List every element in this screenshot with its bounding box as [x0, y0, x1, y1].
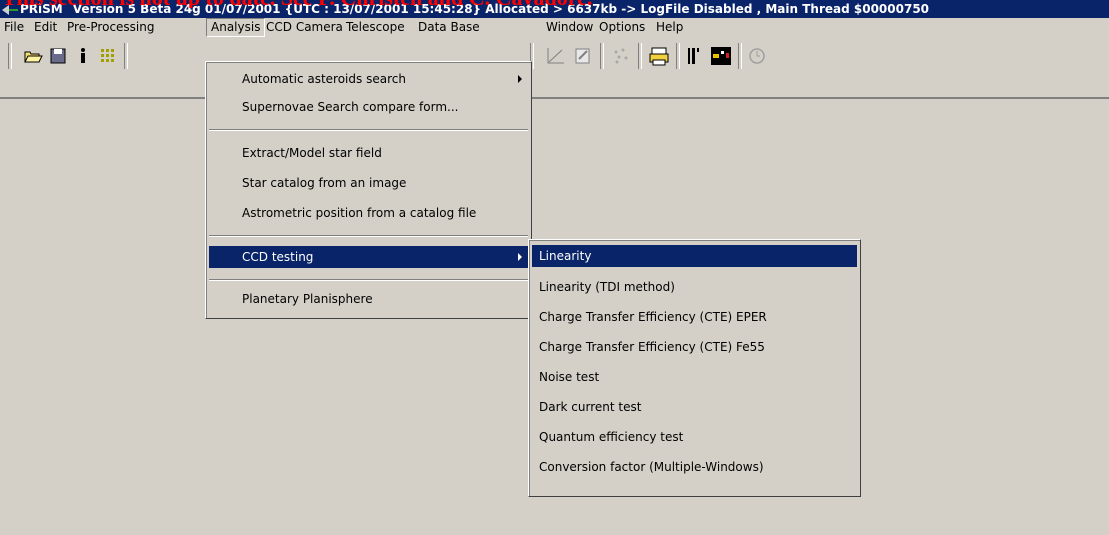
toolbar-separator — [676, 43, 680, 69]
menu-analysis[interactable]: Analysis — [206, 18, 266, 37]
clock-icon[interactable] — [746, 45, 768, 67]
info-icon[interactable] — [72, 45, 94, 67]
menu-bar: File Edit Pre-Processing Analysis CCD Ca… — [0, 18, 1109, 37]
submenu-item-linearity[interactable]: Linearity — [532, 245, 857, 267]
menu-pre-processing[interactable]: Pre-Processing — [63, 18, 159, 37]
menu-item-extract-model-star-field[interactable]: Extract/Model star field — [209, 142, 528, 164]
menu-separator — [209, 129, 528, 131]
submenu-item-conversion-factor[interactable]: Conversion factor (Multiple-Windows) — [532, 456, 857, 478]
menu-item-label: CCD testing — [242, 250, 314, 264]
menu-edit[interactable]: Edit — [30, 18, 61, 37]
menu-telescope[interactable]: Telescope — [342, 18, 409, 37]
menu-help[interactable]: Help — [652, 18, 687, 37]
toolbar-separator — [738, 43, 742, 69]
submenu-item-cte-eper[interactable]: Charge Transfer Efficiency (CTE) EPER — [532, 306, 857, 328]
toolbar-separator — [638, 43, 642, 69]
stars-icon[interactable] — [610, 45, 632, 67]
menu-item-astrometric-position[interactable]: Astrometric position from a catalog file — [209, 202, 528, 224]
menu-separator — [209, 279, 528, 281]
barcode-icon[interactable] — [684, 45, 706, 67]
submenu-arrow-icon — [518, 75, 522, 83]
menu-item-planetary-planisphere[interactable]: Planetary Planisphere — [209, 288, 528, 310]
ccd-testing-submenu: Linearity Linearity (TDI method) Charge … — [528, 239, 861, 497]
menu-item-automatic-asteroids-search[interactable]: Automatic asteroids search — [209, 68, 528, 90]
printer-icon[interactable] — [648, 45, 670, 67]
toolbar-separator — [124, 43, 128, 69]
chart-icon[interactable] — [545, 45, 567, 67]
edit-icon[interactable] — [572, 45, 594, 67]
submenu-item-quantum-efficiency-test[interactable]: Quantum efficiency test — [532, 426, 857, 448]
toolbar-separator — [600, 43, 604, 69]
open-folder-icon[interactable] — [22, 45, 44, 67]
menu-item-star-catalog[interactable]: Star catalog from an image — [209, 172, 528, 194]
menu-options[interactable]: Options — [595, 18, 649, 37]
submenu-item-noise-test[interactable]: Noise test — [532, 366, 857, 388]
submenu-item-cte-fe55[interactable]: Charge Transfer Efficiency (CTE) Fe55 — [532, 336, 857, 358]
save-icon[interactable] — [47, 45, 69, 67]
submenu-item-dark-current-test[interactable]: Dark current test — [532, 396, 857, 418]
submenu-item-linearity-tdi[interactable]: Linearity (TDI method) — [532, 276, 857, 298]
menu-item-label: Automatic asteroids search — [242, 72, 406, 86]
camera-icon[interactable] — [710, 45, 732, 67]
toolbar-separator — [8, 43, 12, 69]
toolbar — [0, 37, 1109, 99]
analysis-menu: Automatic asteroids search Supernovae Se… — [205, 61, 532, 319]
menu-data-base[interactable]: Data Base — [414, 18, 484, 37]
grid-icon[interactable] — [97, 45, 119, 67]
submenu-arrow-icon — [518, 253, 522, 261]
menu-file[interactable]: File — [0, 18, 28, 37]
menu-window[interactable]: Window — [542, 18, 597, 37]
menu-item-supernovae-search[interactable]: Supernovae Search compare form... — [209, 96, 528, 118]
menu-item-ccd-testing[interactable]: CCD testing — [209, 246, 528, 268]
outdated-banner: This section is not up to date. See F. C… — [0, 0, 1109, 8]
menu-ccd-camera[interactable]: CCD Camera — [262, 18, 347, 37]
menu-separator — [209, 235, 528, 237]
